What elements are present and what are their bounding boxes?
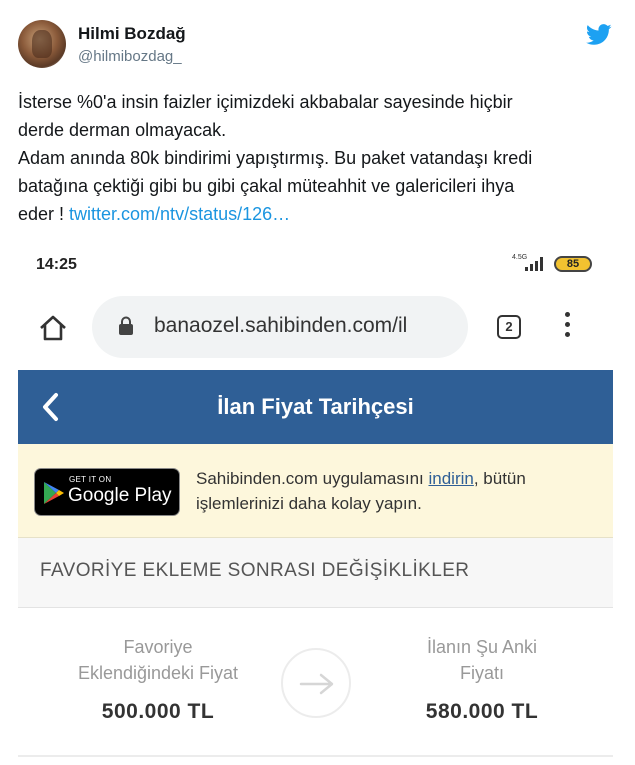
arrow-right-icon: [281, 648, 351, 718]
tweet-text-line: derde derman olmayacak.: [18, 120, 227, 140]
author-name[interactable]: Hilmi Bozdağ: [78, 24, 186, 44]
current-price-label: İlanın Şu Anki: [426, 637, 538, 657]
signal-icon: [525, 257, 543, 271]
tab-switcher-button[interactable]: 2: [497, 315, 521, 339]
app-download-banner: GET IT ON Google Play Sahibinden.com uyg…: [18, 444, 613, 538]
url-text[interactable]: banaozel.sahibinden.com/il: [154, 314, 407, 338]
tweet-text: İsterse %0'a insin faizler içimizdeki ak…: [18, 88, 618, 228]
browser-toolbar: banaozel.sahibinden.com/il 2: [18, 288, 613, 366]
section-title: FAVORİYE EKLEME SONRASI DEĞİŞİKLİKLER: [40, 560, 470, 581]
section-header: FAVORİYE EKLEME SONRASI DEĞİŞİKLİKLER: [18, 538, 613, 608]
current-price-label: Fiyatı: [459, 663, 504, 683]
home-icon[interactable]: [38, 314, 68, 342]
google-play-icon: [44, 482, 64, 504]
back-chevron-icon[interactable]: [40, 392, 60, 422]
banner-text: Sahibinden.com uygulamasını indirin, büt…: [196, 466, 606, 516]
current-price-value: 580.000 TL: [425, 700, 539, 723]
author-avatar[interactable]: [18, 20, 66, 68]
tweet-header: Hilmi Bozdağ @hilmibozdag_: [18, 18, 618, 74]
tweet-text-line: Adam anında 80k bindirimi yapıştırmış. B…: [18, 148, 533, 168]
overflow-menu-icon[interactable]: [563, 312, 571, 342]
favorite-price-label: Favoriye: [123, 637, 193, 657]
twitter-bird-icon[interactable]: [586, 24, 612, 46]
author-handle[interactable]: @hilmibozdag_: [78, 48, 182, 65]
store-caption: GET IT ON: [69, 475, 112, 484]
page-title: İlan Fiyat Tarihçesi: [217, 394, 414, 419]
favorite-price-label: Eklendiğindeki Fiyat: [77, 663, 239, 683]
status-bar: 14:25 4.5G 85: [18, 244, 613, 284]
tweet-text-line: batağına çektiği gibi bu gibi çakal müte…: [18, 176, 515, 196]
price-comparison: Favoriye Eklendiğindeki Fiyat 500.000 TL…: [18, 608, 613, 765]
store-name: Google Play: [68, 485, 172, 506]
tweet-text-line: İsterse %0'a insin faizler içimizdeki ak…: [18, 92, 513, 112]
lock-icon: [119, 316, 133, 335]
battery-icon: 85: [554, 256, 592, 272]
current-price: İlanın Şu Anki Fiyatı 580.000 TL: [372, 634, 592, 724]
status-time: 14:25: [36, 256, 77, 273]
favorite-price-value: 500.000 TL: [101, 700, 215, 723]
attached-screenshot[interactable]: 14:25 4.5G 85 banaozel.sahibinden.com/il…: [18, 244, 613, 765]
google-play-button[interactable]: GET IT ON Google Play: [34, 468, 180, 516]
page-header: İlan Fiyat Tarihçesi: [18, 370, 613, 444]
tweet-text-line: eder ! twitter.com/ntv/status/126…: [18, 200, 618, 228]
tweet-link[interactable]: twitter.com/ntv/status/126…: [69, 204, 290, 224]
address-bar[interactable]: banaozel.sahibinden.com/il: [92, 296, 468, 358]
battery-level: 85: [566, 258, 580, 270]
tweet-text-prefix: eder !: [18, 204, 70, 224]
divider: [18, 755, 613, 757]
banner-text-before: Sahibinden.com uygulamasını: [196, 469, 429, 488]
favorite-price: Favoriye Eklendiğindeki Fiyat 500.000 TL: [48, 634, 268, 724]
download-link[interactable]: indirin: [428, 469, 473, 488]
